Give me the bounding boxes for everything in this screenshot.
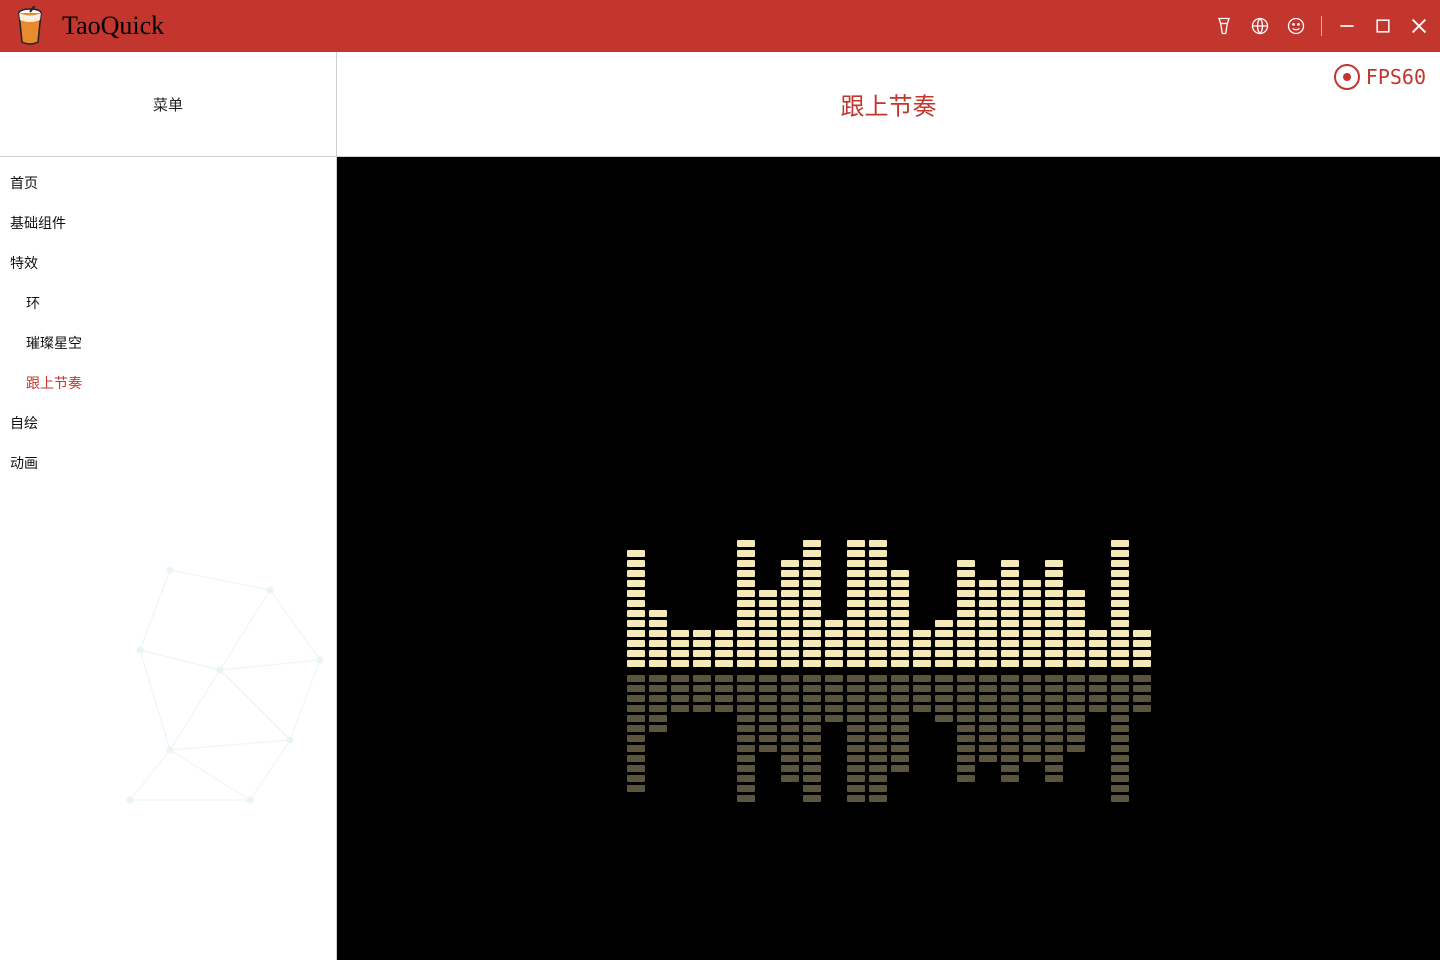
equalizer <box>627 527 1151 815</box>
network-decoration-icon <box>110 550 340 830</box>
visualizer-stage <box>337 157 1440 960</box>
fps-indicator: FPS60 <box>1334 64 1426 90</box>
sidebar-subitem[interactable]: 跟上节奏 <box>0 363 336 403</box>
fps-label: FPS60 <box>1366 65 1426 89</box>
sidebar-header: 菜单 <box>0 52 336 157</box>
sidebar: 菜单 首页基础组件特效环璀璨星空跟上节奏自绘动画 <box>0 52 337 960</box>
sidebar-item[interactable]: 动画 <box>0 443 336 483</box>
window-controls <box>1213 15 1430 37</box>
close-icon[interactable] <box>1408 15 1430 37</box>
content: 跟上节奏 FPS60 <box>337 52 1440 960</box>
sidebar-subitem[interactable]: 环 <box>0 283 336 323</box>
body: 菜单 首页基础组件特效环璀璨星空跟上节奏自绘动画 跟上节奏 F <box>0 52 1440 960</box>
sidebar-item[interactable]: 首页 <box>0 163 336 203</box>
separator <box>1321 16 1322 36</box>
app-name: TaoQuick <box>62 11 164 41</box>
title-bar: TaoQuick <box>0 0 1440 52</box>
page-title: 跟上节奏 <box>841 87 937 122</box>
sidebar-item[interactable]: 特效 <box>0 243 336 283</box>
fps-icon <box>1334 64 1360 90</box>
sidebar-subitem[interactable]: 璀璨星空 <box>0 323 336 363</box>
brand: TaoQuick <box>10 6 164 46</box>
app-logo-icon <box>10 6 50 46</box>
minimize-icon[interactable] <box>1336 15 1358 37</box>
sidebar-item[interactable]: 基础组件 <box>0 203 336 243</box>
content-header: 跟上节奏 FPS60 <box>337 52 1440 157</box>
maximize-icon[interactable] <box>1372 15 1394 37</box>
theme-icon[interactable] <box>1213 15 1235 37</box>
smile-icon[interactable] <box>1285 15 1307 37</box>
globe-icon[interactable] <box>1249 15 1271 37</box>
sidebar-menu: 首页基础组件特效环璀璨星空跟上节奏自绘动画 <box>0 157 336 483</box>
sidebar-item[interactable]: 自绘 <box>0 403 336 443</box>
